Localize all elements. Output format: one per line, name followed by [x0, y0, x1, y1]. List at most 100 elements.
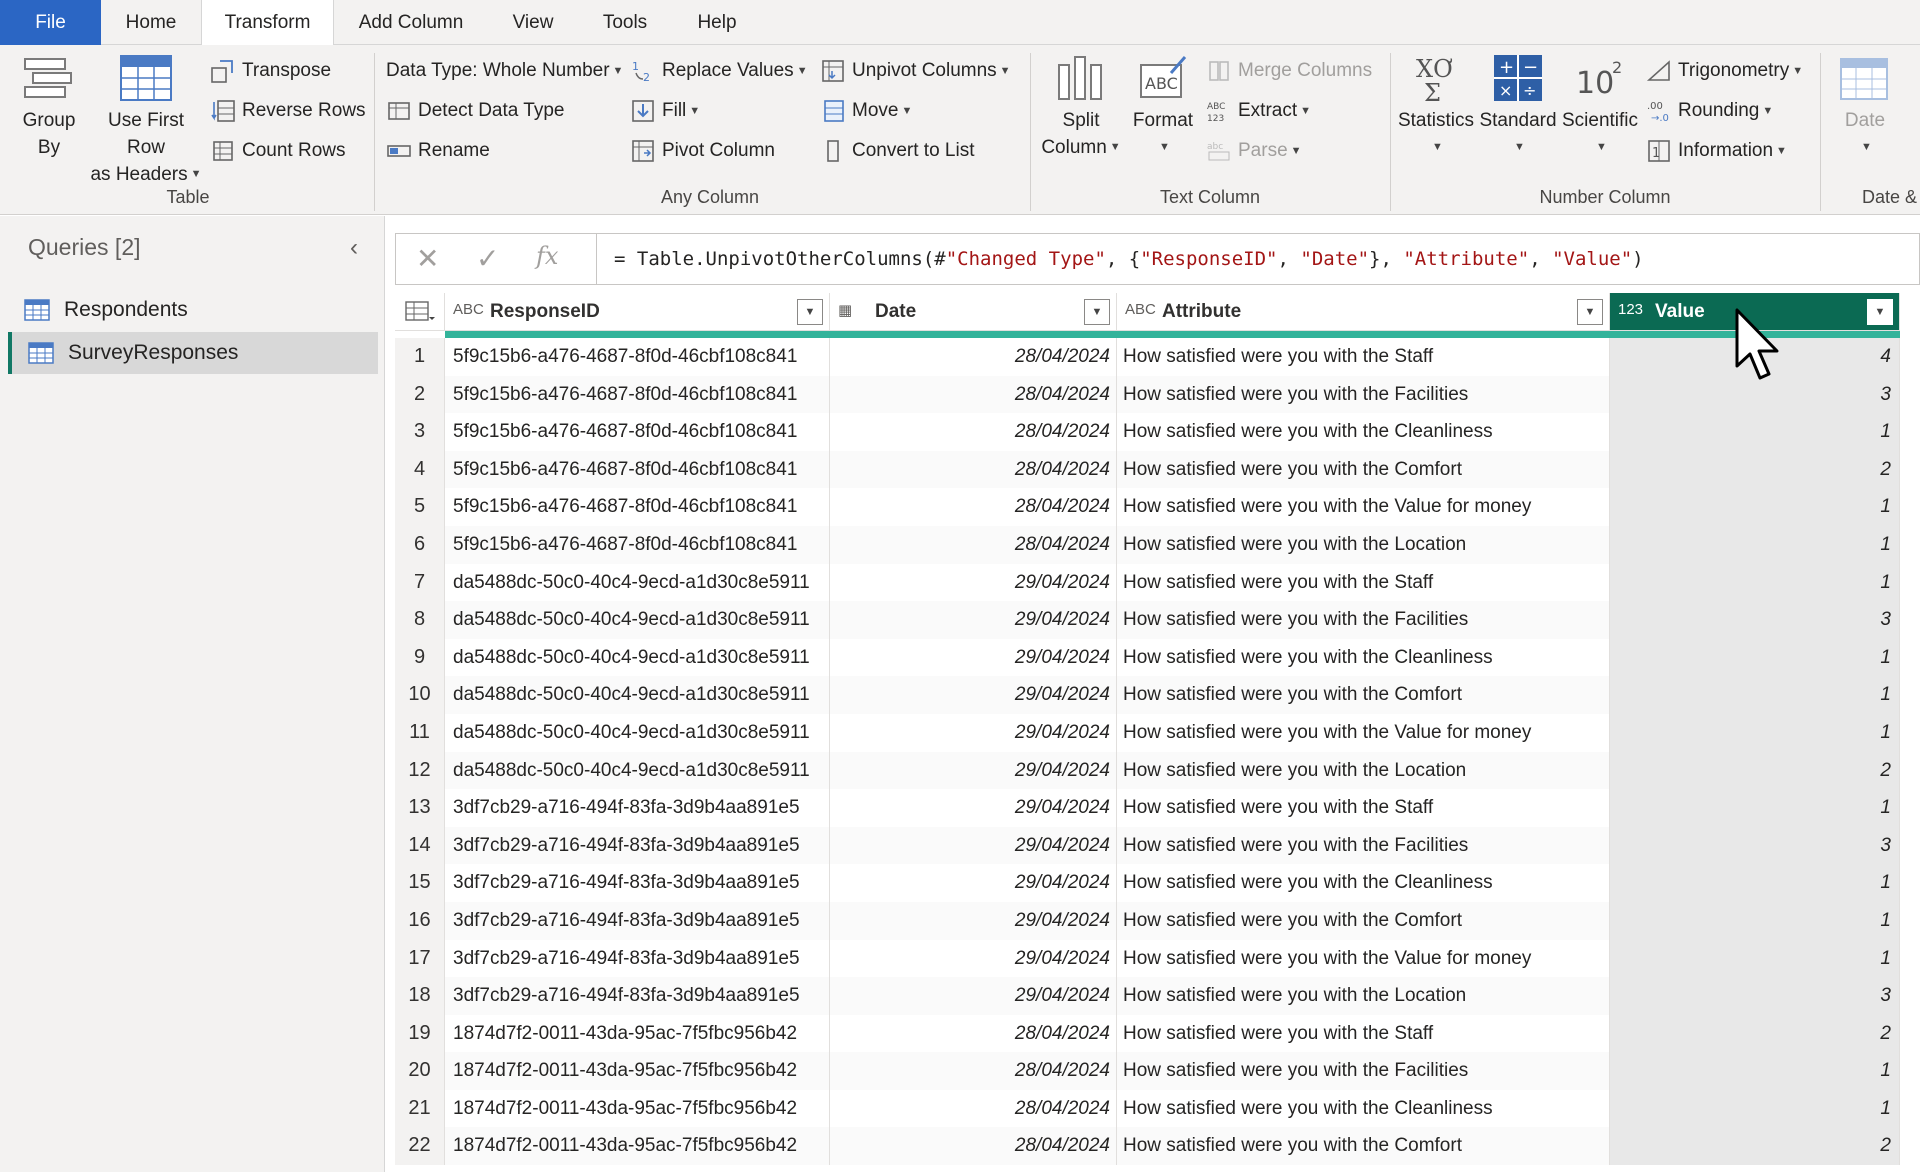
table-row[interactable]: 9 da5488dc-50c0-40c4-9ecd-a1d30c8e5911 29/…: [395, 638, 1900, 677]
table-row[interactable]: 18 3df7cb29-a716-494f-83fa-3d9b4aa891e5 29…: [395, 977, 1900, 1015]
cell-responseid[interactable]: 1874d7f2-0011-43da-95ac-7f5fbc956b42: [445, 1052, 830, 1090]
commit-formula-icon[interactable]: ✓: [476, 242, 499, 275]
cell-date[interactable]: 28/04/2024: [830, 1089, 1117, 1128]
cell-date[interactable]: 29/04/2024: [830, 977, 1117, 1015]
cancel-formula-icon[interactable]: ✕: [416, 242, 439, 275]
cell-value[interactable]: 1: [1610, 413, 1900, 451]
table-row[interactable]: 5 5f9c15b6-a476-4687-8f0d-46cbf108c841 28/…: [395, 488, 1900, 526]
function-fx-icon[interactable]: fx: [536, 242, 558, 270]
query-item-surveyresponses[interactable]: SurveyResponses: [8, 332, 378, 374]
table-menu-button[interactable]: [395, 293, 445, 331]
cell-date[interactable]: 28/04/2024: [830, 525, 1117, 564]
row-number[interactable]: 14: [395, 826, 445, 865]
cell-value[interactable]: 1: [1610, 901, 1900, 940]
table-row[interactable]: 7 da5488dc-50c0-40c4-9ecd-a1d30c8e5911 29/…: [395, 563, 1900, 602]
row-number[interactable]: 3: [395, 413, 445, 451]
cell-responseid[interactable]: 5f9c15b6-a476-4687-8f0d-46cbf108c841: [445, 450, 830, 489]
cell-responseid[interactable]: 3df7cb29-a716-494f-83fa-3d9b4aa891e5: [445, 977, 830, 1015]
row-number[interactable]: 5: [395, 488, 445, 526]
group-by-button[interactable]: Group By: [12, 53, 86, 161]
tab-transform[interactable]: Transform: [201, 0, 334, 46]
cell-attribute[interactable]: How satisfied were you with the Faciliti…: [1117, 1052, 1610, 1090]
table-row[interactable]: 22 1874d7f2-0011-43da-95ac-7f5fbc956b42 28…: [395, 1127, 1900, 1166]
cell-date[interactable]: 29/04/2024: [830, 939, 1117, 978]
cell-date[interactable]: 29/04/2024: [830, 563, 1117, 602]
cell-date[interactable]: 29/04/2024: [830, 864, 1117, 902]
cell-attribute[interactable]: How satisfied were you with the Staff: [1117, 789, 1610, 827]
table-row[interactable]: 21 1874d7f2-0011-43da-95ac-7f5fbc956b42 28…: [395, 1089, 1900, 1128]
rename-button[interactable]: Rename: [386, 135, 490, 167]
tab-tools[interactable]: Tools: [590, 0, 660, 45]
row-number[interactable]: 2: [395, 375, 445, 414]
scientific-button[interactable]: 10 2 Scientific ▼: [1560, 53, 1640, 161]
cell-responseid[interactable]: 1874d7f2-0011-43da-95ac-7f5fbc956b42: [445, 1014, 830, 1053]
table-row[interactable]: 6 5f9c15b6-a476-4687-8f0d-46cbf108c841 28/…: [395, 525, 1900, 564]
cell-responseid[interactable]: 3df7cb29-a716-494f-83fa-3d9b4aa891e5: [445, 939, 830, 978]
merge-columns-button[interactable]: Merge Columns: [1206, 55, 1372, 87]
cell-date[interactable]: 29/04/2024: [830, 601, 1117, 639]
row-number[interactable]: 22: [395, 1127, 445, 1166]
cell-responseid[interactable]: 5f9c15b6-a476-4687-8f0d-46cbf108c841: [445, 375, 830, 414]
cell-responseid[interactable]: 3df7cb29-a716-494f-83fa-3d9b4aa891e5: [445, 826, 830, 865]
cell-responseid[interactable]: da5488dc-50c0-40c4-9ecd-a1d30c8e5911: [445, 563, 830, 602]
detect-data-type-button[interactable]: Detect Data Type: [386, 95, 564, 127]
table-row[interactable]: 20 1874d7f2-0011-43da-95ac-7f5fbc956b42 28…: [395, 1052, 1900, 1090]
cell-attribute[interactable]: How satisfied were you with the Faciliti…: [1117, 601, 1610, 639]
cell-date[interactable]: 29/04/2024: [830, 751, 1117, 790]
cell-responseid[interactable]: da5488dc-50c0-40c4-9ecd-a1d30c8e5911: [445, 638, 830, 677]
cell-responseid[interactable]: 5f9c15b6-a476-4687-8f0d-46cbf108c841: [445, 525, 830, 564]
cell-date[interactable]: 28/04/2024: [830, 1052, 1117, 1090]
cell-responseid[interactable]: 3df7cb29-a716-494f-83fa-3d9b4aa891e5: [445, 901, 830, 940]
split-column-button[interactable]: Split Column ▼: [1038, 53, 1124, 161]
cell-value[interactable]: 1: [1610, 488, 1900, 526]
count-rows-button[interactable]: Count Rows: [210, 135, 346, 167]
cell-attribute[interactable]: How satisfied were you with the Staff: [1117, 1014, 1610, 1053]
collapse-pane-icon[interactable]: ‹: [350, 234, 358, 262]
cell-value[interactable]: 1: [1610, 525, 1900, 564]
filter-dropdown-icon[interactable]: ▼: [1084, 299, 1110, 325]
cell-attribute[interactable]: How satisfied were you with the Location: [1117, 525, 1610, 564]
row-number[interactable]: 15: [395, 864, 445, 902]
filter-dropdown-icon[interactable]: ▼: [797, 299, 823, 325]
information-button[interactable]: 1 Information ▼: [1646, 135, 1787, 167]
cell-value[interactable]: 1: [1610, 676, 1900, 714]
row-number[interactable]: 10: [395, 676, 445, 714]
cell-value[interactable]: 1: [1610, 1089, 1900, 1128]
parse-button[interactable]: abc Parse ▼: [1206, 135, 1302, 167]
cell-date[interactable]: 28/04/2024: [830, 413, 1117, 451]
table-row[interactable]: 15 3df7cb29-a716-494f-83fa-3d9b4aa891e5 29…: [395, 864, 1900, 902]
row-number[interactable]: 18: [395, 977, 445, 1015]
cell-attribute[interactable]: How satisfied were you with the Comfort: [1117, 676, 1610, 714]
unpivot-columns-button[interactable]: Unpivot Columns ▼: [820, 55, 1011, 87]
cell-date[interactable]: 29/04/2024: [830, 789, 1117, 827]
filter-dropdown-icon[interactable]: ▼: [1577, 299, 1603, 325]
table-row[interactable]: 17 3df7cb29-a716-494f-83fa-3d9b4aa891e5 29…: [395, 939, 1900, 978]
row-number[interactable]: 8: [395, 601, 445, 639]
cell-responseid[interactable]: 5f9c15b6-a476-4687-8f0d-46cbf108c841: [445, 488, 830, 526]
cell-value[interactable]: 3: [1610, 826, 1900, 865]
table-row[interactable]: 12 da5488dc-50c0-40c4-9ecd-a1d30c8e5911 29…: [395, 751, 1900, 790]
rounding-button[interactable]: .00 →.0 Rounding ▼: [1646, 95, 1773, 127]
cell-date[interactable]: 28/04/2024: [830, 338, 1117, 376]
row-number[interactable]: 17: [395, 939, 445, 978]
row-number[interactable]: 20: [395, 1052, 445, 1090]
cell-attribute[interactable]: How satisfied were you with the Faciliti…: [1117, 826, 1610, 865]
cell-attribute[interactable]: How satisfied were you with the Cleanlin…: [1117, 638, 1610, 677]
tab-file[interactable]: File: [0, 0, 101, 45]
row-number[interactable]: 4: [395, 450, 445, 489]
cell-value[interactable]: 2: [1610, 1014, 1900, 1053]
cell-value[interactable]: 2: [1610, 1127, 1900, 1166]
cell-attribute[interactable]: How satisfied were you with the Cleanlin…: [1117, 413, 1610, 451]
table-row[interactable]: 11 da5488dc-50c0-40c4-9ecd-a1d30c8e5911 29…: [395, 713, 1900, 752]
cell-value[interactable]: 1: [1610, 713, 1900, 752]
cell-attribute[interactable]: How satisfied were you with the Staff: [1117, 563, 1610, 602]
cell-responseid[interactable]: 3df7cb29-a716-494f-83fa-3d9b4aa891e5: [445, 864, 830, 902]
cell-date[interactable]: 29/04/2024: [830, 713, 1117, 752]
row-number[interactable]: 16: [395, 901, 445, 940]
cell-value[interactable]: 1: [1610, 789, 1900, 827]
cell-attribute[interactable]: How satisfied were you with the Location: [1117, 751, 1610, 790]
cell-value[interactable]: 1: [1610, 1052, 1900, 1090]
table-row[interactable]: 4 5f9c15b6-a476-4687-8f0d-46cbf108c841 28/…: [395, 450, 1900, 489]
table-row[interactable]: 1 5f9c15b6-a476-4687-8f0d-46cbf108c841 28/…: [395, 338, 1900, 376]
cell-attribute[interactable]: How satisfied were you with the Staff: [1117, 338, 1610, 376]
